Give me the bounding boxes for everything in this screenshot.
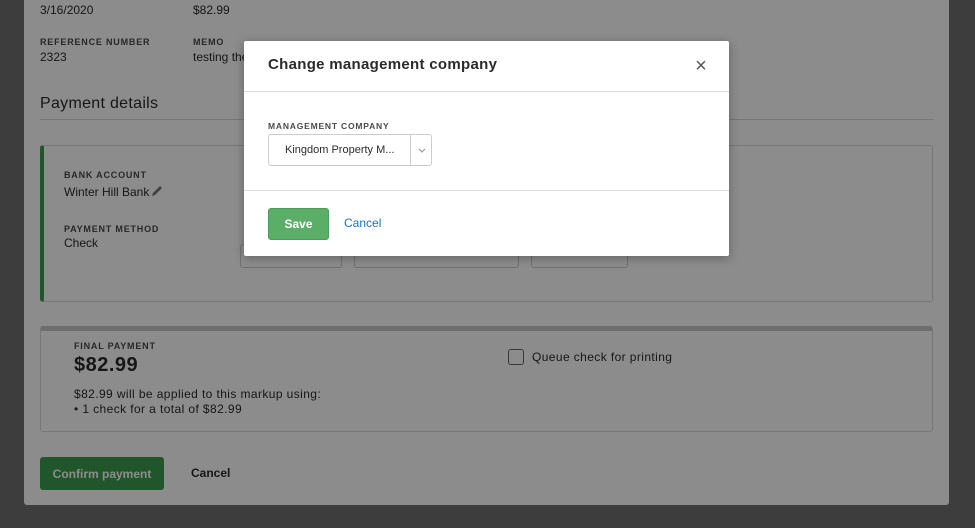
save-button[interactable]: Save — [268, 208, 329, 240]
management-company-select[interactable]: Kingdom Property M... — [268, 134, 432, 166]
close-icon[interactable]: × — [693, 55, 709, 77]
dialog-title: Change management company — [268, 56, 498, 73]
management-company-value: Kingdom Property M... — [285, 144, 395, 156]
select-separator — [410, 135, 411, 165]
dialog-cancel-link[interactable]: Cancel — [344, 216, 381, 230]
chevron-down-icon[interactable] — [415, 143, 429, 157]
change-management-company-dialog: Change management company × MANAGEMENT C… — [244, 41, 729, 256]
dialog-header: Change management company × — [244, 41, 729, 92]
management-company-label: MANAGEMENT COMPANY — [268, 121, 390, 131]
dialog-body: MANAGEMENT COMPANY Kingdom Property M... — [244, 92, 729, 191]
